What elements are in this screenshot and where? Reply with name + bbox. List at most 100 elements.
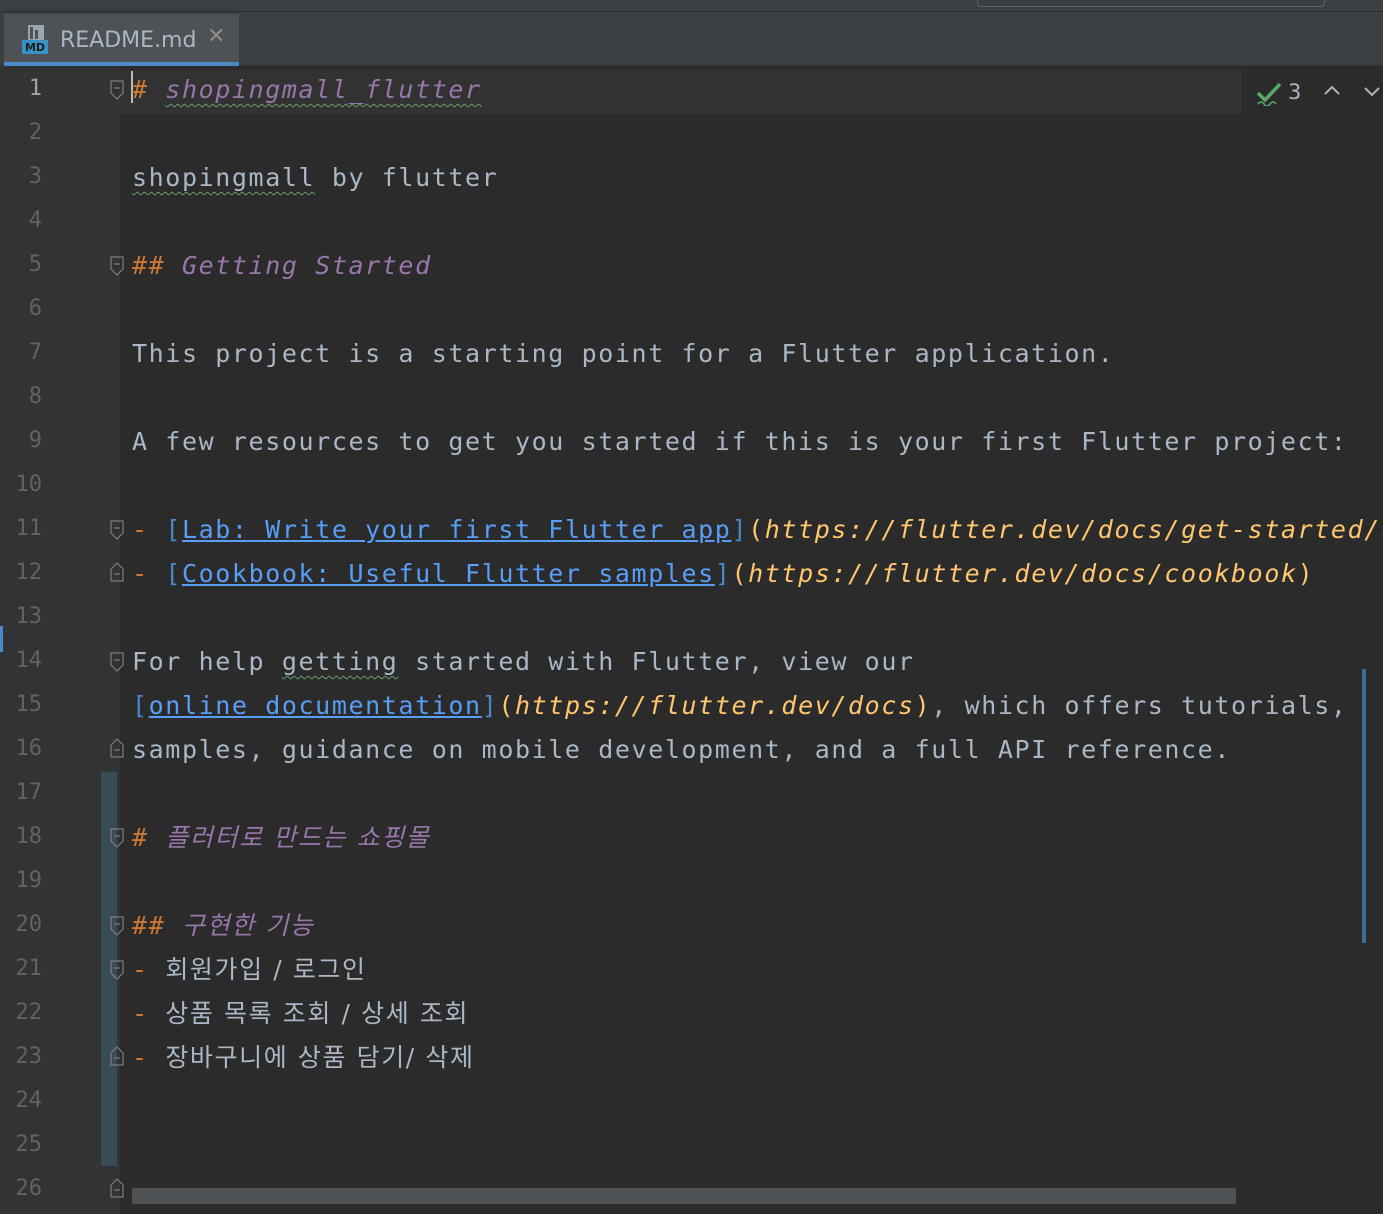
line-number: 10: [15, 472, 43, 497]
tab-readme[interactable]: MD README.md ✕: [4, 14, 239, 66]
heading-marker: ##: [132, 251, 166, 280]
link-url[interactable]: https://flutter.dev/docs/get-started/cod…: [765, 515, 1383, 544]
code-line-18: # 플러터로 만드는 쇼핑몰: [132, 823, 430, 853]
line-number: 7: [28, 340, 42, 365]
code-line-12: - [Cookbook: Useful Flutter samples](htt…: [132, 559, 1314, 589]
heading-marker: #: [132, 823, 149, 852]
line-number: 9: [28, 428, 42, 453]
heading-marker: ##: [132, 911, 166, 940]
fold-collapse-icon[interactable]: [110, 652, 124, 672]
close-icon[interactable]: ✕: [207, 24, 225, 49]
line-number: 19: [15, 868, 43, 893]
code-editor[interactable]: 1 2 3 4 5 6 7 8 9 10 11 12 13 14 15 16 1…: [0, 66, 1383, 1214]
vertical-scrollbar-marker[interactable]: [1362, 669, 1366, 943]
line-number: 22: [15, 1000, 43, 1025]
text-span: , which offers tutorials,: [931, 691, 1348, 720]
markdown-file-icon: MD: [22, 25, 48, 54]
inspection-ok-icon: [1256, 82, 1282, 106]
text-span: started with Flutter, view our: [398, 647, 915, 676]
line-number: 5: [28, 252, 42, 277]
code-line-16: samples, guidance on mobile development,…: [132, 735, 1231, 764]
line-number: 18: [15, 824, 43, 849]
list-item-text: 회원가입 / 로그인: [165, 955, 367, 984]
fold-end-icon[interactable]: [110, 1178, 124, 1198]
url-paren: ): [1297, 559, 1315, 588]
list-marker: -: [132, 515, 149, 544]
link-label[interactable]: Lab: Write your first Flutter app: [182, 515, 732, 544]
heading-text: 구현한 기능: [181, 911, 315, 940]
line-number: 16: [15, 736, 43, 761]
url-paren: ): [914, 691, 932, 720]
line-number: 26: [15, 1176, 43, 1201]
line-number: 15: [15, 692, 43, 717]
line-number: 25: [15, 1132, 43, 1157]
code-line-21: - 회원가입 / 로그인: [132, 955, 367, 985]
code-line-22: - 상품 목록 조회 / 상세 조회: [132, 999, 469, 1029]
ide-window: MD README.md ✕ 1 2 3 4 5 6 7 8 9 10 11 1…: [0, 0, 1383, 1214]
line-number: 20: [15, 912, 43, 937]
misspelled-word: getting: [281, 647, 399, 676]
fold-collapse-icon[interactable]: [110, 80, 124, 100]
code-line-7: This project is a starting point for a F…: [132, 339, 1115, 368]
link-bracket: [: [165, 559, 182, 588]
code-line-15: [online documentation](https://flutter.d…: [132, 691, 1348, 721]
fold-end-icon[interactable]: [110, 562, 124, 582]
code-line-11: - [Lab: Write your first Flutter app](ht…: [132, 515, 1383, 545]
inspection-count: 3: [1288, 80, 1302, 104]
chevron-up-icon[interactable]: [1322, 82, 1342, 98]
line-number: 3: [28, 164, 42, 189]
link-bracket: [: [165, 515, 182, 544]
code-line-1: # shopingmall_flutter: [132, 75, 482, 105]
heading-marker: #: [132, 75, 149, 104]
line-number: 2: [28, 120, 42, 145]
line-number: 12: [15, 560, 43, 585]
line-number: 11: [15, 516, 43, 541]
line-number: 8: [28, 384, 42, 409]
link-bracket: [: [132, 691, 149, 720]
line-number: 14: [15, 648, 43, 673]
url-paren: (: [731, 559, 749, 588]
line-number: 17: [15, 780, 43, 805]
link-label[interactable]: Cookbook: Useful Flutter samples: [182, 559, 715, 588]
editor-tab-bar: MD README.md ✕: [0, 0, 1383, 66]
fold-collapse-icon[interactable]: [110, 916, 124, 936]
fold-end-icon[interactable]: [110, 1046, 124, 1066]
code-line-23: - 장바구니에 상품 담기/ 삭제: [132, 1043, 475, 1073]
line-number: 4: [28, 208, 42, 233]
tab-title: README.md: [60, 28, 197, 53]
search-field-edge[interactable]: [977, 0, 1325, 7]
horizontal-scrollbar[interactable]: [132, 1188, 1236, 1204]
link-bracket: ]: [481, 691, 499, 720]
line-number: 1: [28, 76, 42, 101]
list-marker: -: [132, 999, 149, 1028]
list-marker: -: [132, 955, 149, 984]
svg-text:MD: MD: [25, 41, 45, 54]
line-number: 6: [28, 296, 42, 321]
code-line-9: A few resources to get you started if th…: [132, 427, 1348, 456]
fold-collapse-icon[interactable]: [110, 828, 124, 848]
top-toolbar-strip: [0, 0, 1383, 12]
fold-end-icon[interactable]: [110, 738, 124, 758]
url-paren: (: [498, 691, 515, 720]
inspection-widget[interactable]: 3: [1242, 70, 1383, 114]
fold-collapse-icon[interactable]: [110, 520, 124, 540]
code-line-14: For help getting started with Flutter, v…: [132, 647, 915, 677]
link-url[interactable]: https://flutter.dev/docs/cookbook: [748, 559, 1298, 588]
misspelled-word: shopingmall: [132, 163, 316, 192]
link-bracket: ]: [731, 515, 749, 544]
url-paren: (: [748, 515, 765, 544]
code-line-5: ## Getting Started: [132, 251, 432, 281]
fold-collapse-icon[interactable]: [110, 960, 124, 980]
chevron-down-icon[interactable]: [1362, 84, 1382, 100]
line-number: 13: [15, 604, 43, 629]
fold-collapse-icon[interactable]: [110, 256, 124, 276]
line-number: 21: [15, 956, 43, 981]
list-item-text: 장바구니에 상품 담기/ 삭제: [165, 1043, 475, 1072]
heading-text: 플러터로 만드는 쇼핑몰: [165, 823, 431, 852]
link-url[interactable]: https://flutter.dev/docs: [515, 691, 915, 720]
text-span: by flutter: [315, 163, 499, 192]
link-bracket: ]: [714, 559, 732, 588]
heading-text: shopingmall_flutter: [165, 75, 482, 104]
line-number: 23: [15, 1044, 43, 1069]
link-label[interactable]: online documentation: [149, 691, 482, 720]
